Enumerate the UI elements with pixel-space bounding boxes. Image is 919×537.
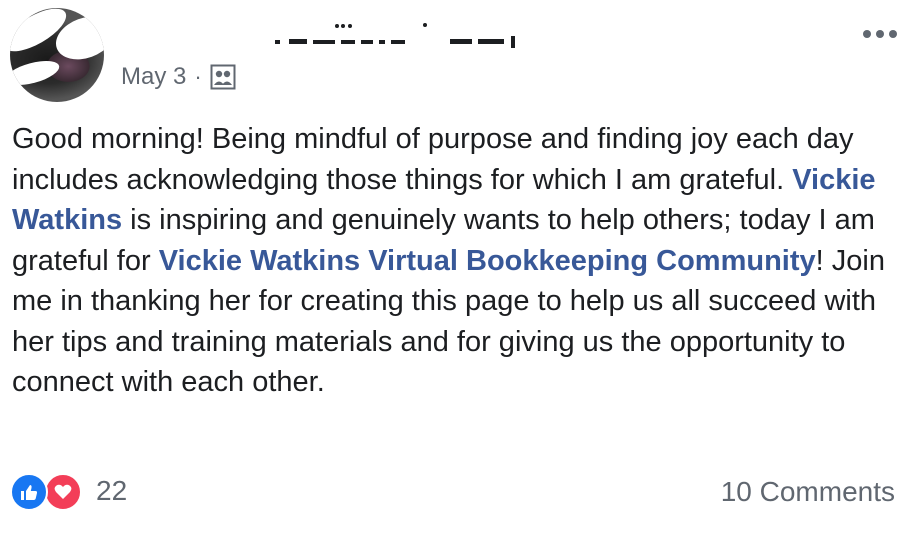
post-meta: May 3 · — [121, 62, 236, 92]
post-text-part: Good morning! Being mindful of purpose a… — [12, 123, 854, 196]
author-name-redacted[interactable] — [275, 22, 535, 52]
dot-icon — [863, 30, 871, 38]
group-icon[interactable] — [210, 64, 236, 90]
avatar-redaction — [10, 56, 62, 90]
reactions-summary[interactable]: 22 — [10, 473, 127, 511]
meta-separator: · — [194, 64, 202, 89]
love-icon — [44, 473, 82, 511]
dot-icon — [876, 30, 884, 38]
reaction-count[interactable]: 22 — [96, 475, 127, 507]
more-options-button[interactable] — [863, 30, 897, 38]
post-body: Good morning! Being mindful of purpose a… — [12, 119, 912, 403]
comments-count-link[interactable]: 10 Comments — [721, 476, 895, 508]
tag-link-community-page[interactable]: Vickie Watkins Virtual Bookkeeping Commu… — [159, 245, 816, 277]
like-icon — [10, 473, 48, 511]
dot-icon — [889, 30, 897, 38]
avatar[interactable] — [10, 8, 104, 102]
post-date[interactable]: May 3 — [121, 63, 186, 91]
reaction-icons — [10, 473, 88, 511]
